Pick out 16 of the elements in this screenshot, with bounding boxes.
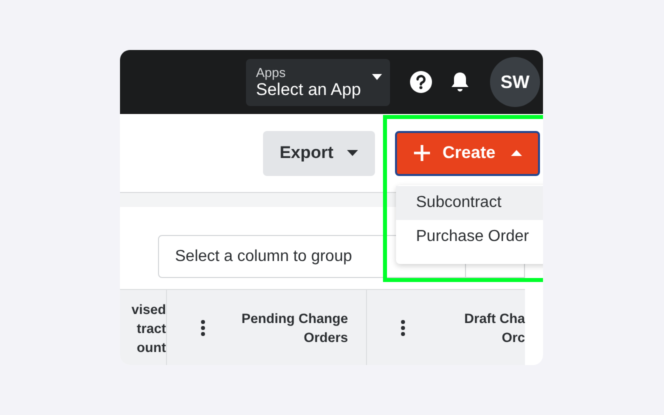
- caret-icon: [511, 150, 522, 156]
- column-title: Draft Cha Orc: [464, 310, 525, 347]
- export-button[interactable]: Export: [263, 130, 375, 176]
- menu-item[interactable]: Subcontract: [396, 186, 543, 220]
- app-selector[interactable]: Apps Select an App: [246, 58, 390, 106]
- caret-icon: [347, 150, 358, 156]
- user-avatar[interactable]: SW: [490, 57, 540, 107]
- help-icon[interactable]: [410, 71, 432, 93]
- bell-icon[interactable]: [450, 71, 470, 93]
- column-title: Pending Change Orders: [241, 310, 348, 347]
- column-title: vised tract ount: [131, 300, 166, 356]
- kebab-menu-icon[interactable]: [201, 320, 205, 336]
- plus-icon: [412, 144, 431, 162]
- create-button[interactable]: Create: [395, 130, 540, 176]
- caret-icon: [372, 74, 382, 80]
- kebab-menu-icon[interactable]: [401, 320, 405, 336]
